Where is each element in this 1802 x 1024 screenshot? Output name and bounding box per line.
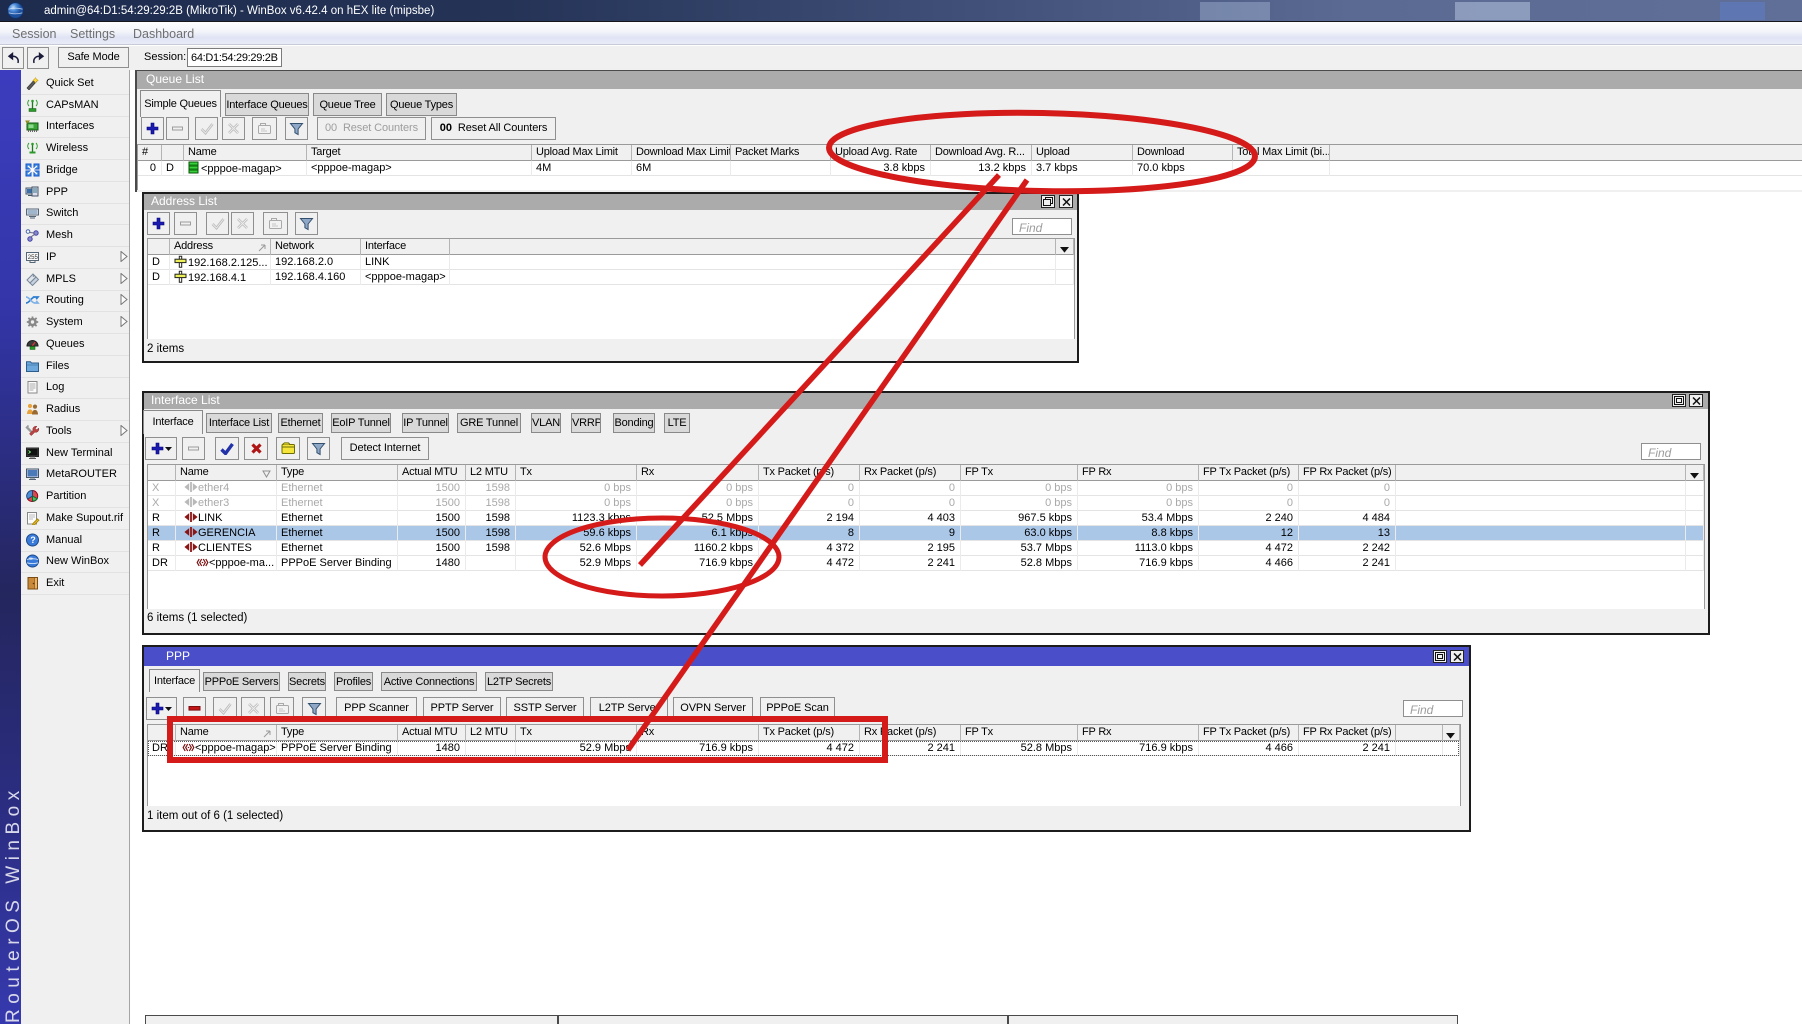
svg-text:255: 255 xyxy=(28,255,39,261)
svg-text:?: ? xyxy=(30,535,36,545)
